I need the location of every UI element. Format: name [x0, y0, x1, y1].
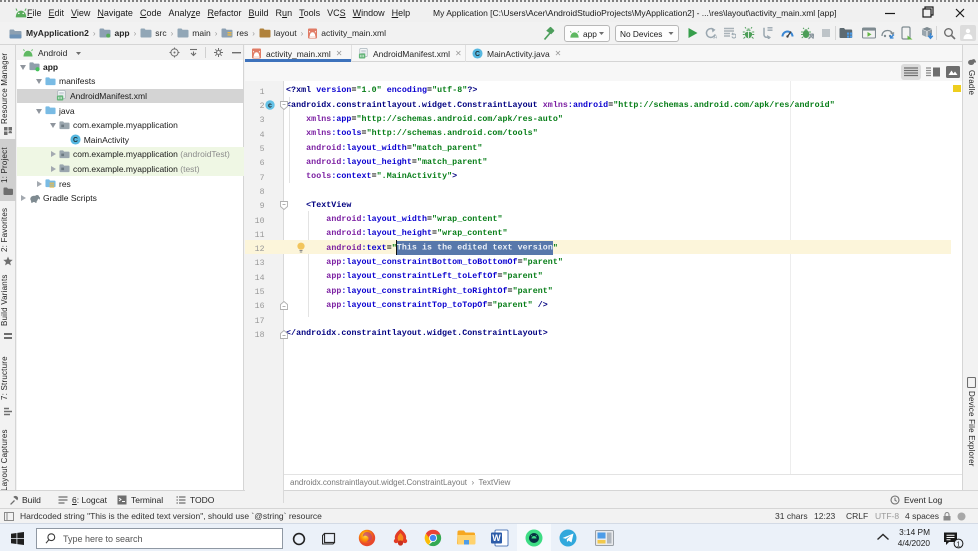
svg-text:A: A	[714, 35, 718, 40]
svg-text:C: C	[475, 51, 480, 58]
svg-text:1: 1	[956, 539, 960, 548]
svg-text:W: W	[492, 533, 501, 543]
svg-text:C: C	[73, 137, 78, 144]
svg-text:c: c	[268, 102, 272, 109]
